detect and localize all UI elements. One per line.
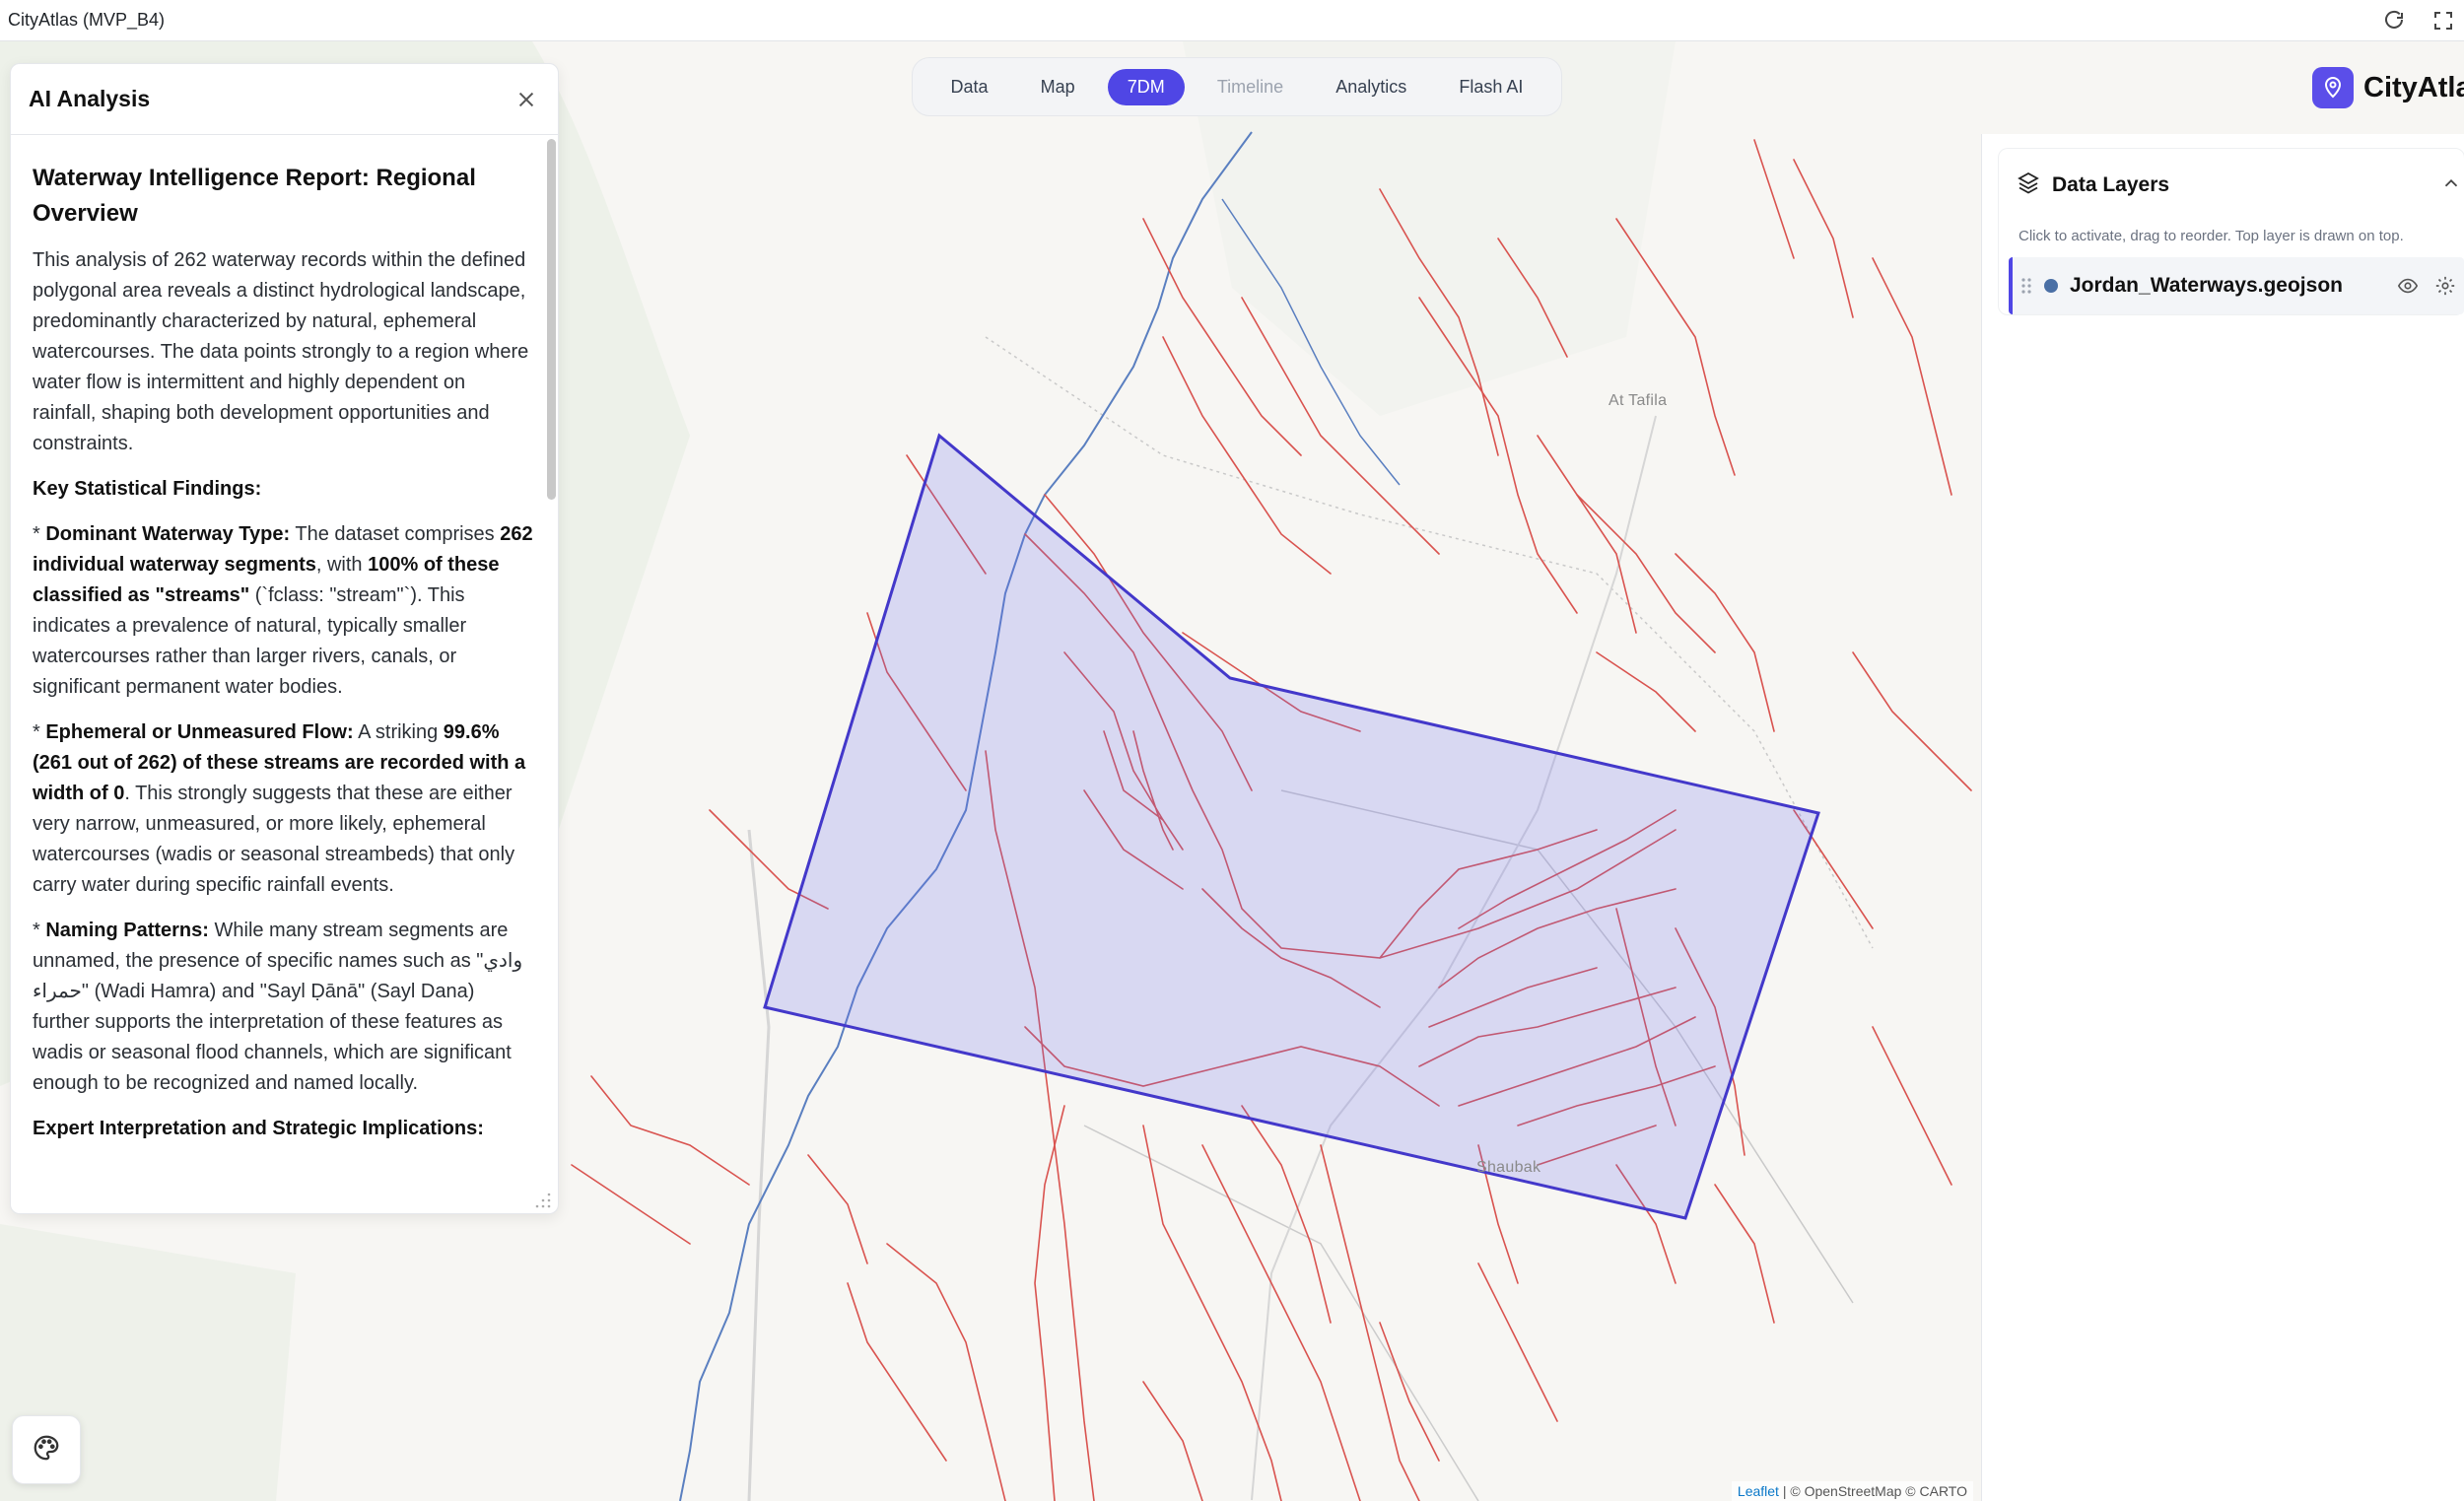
- ai-panel-title: AI Analysis: [29, 86, 151, 111]
- tab-flash-ai[interactable]: Flash AI: [1439, 69, 1542, 105]
- eye-icon[interactable]: [2389, 275, 2427, 297]
- fullscreen-icon[interactable]: [2427, 4, 2460, 37]
- data-layers-title: Data Layers: [2052, 172, 2170, 196]
- layer-item[interactable]: Jordan_Waterways.geojson: [2009, 257, 2464, 314]
- main-nav: Data Map 7DM Timeline Analytics Flash AI: [912, 57, 1562, 116]
- report-title: Waterway Intelligence Report: Regional O…: [33, 165, 476, 227]
- finding-naming-patterns: * Naming Patterns: While many stream seg…: [33, 920, 523, 1094]
- map-pin-icon: [2312, 67, 2354, 108]
- tab-7dm[interactable]: 7DM: [1107, 68, 1185, 105]
- attribution-text: | © OpenStreetMap © CARTO: [1778, 1483, 1967, 1499]
- palette-icon: [32, 1433, 61, 1467]
- palette-button[interactable]: [12, 1415, 81, 1484]
- right-sidebar: Data Layers Click to activate, drag to r…: [1981, 134, 2464, 1501]
- layer-name: Jordan_Waterways.geojson: [2070, 274, 2343, 297]
- ai-report-body[interactable]: Waterway Intelligence Report: Regional O…: [11, 135, 546, 1213]
- tab-timeline[interactable]: Timeline: [1198, 69, 1303, 105]
- ai-analysis-panel: AI Analysis Waterway Intelligence Report…: [10, 63, 559, 1214]
- window-title: CityAtlas (MVP_B4): [8, 10, 166, 30]
- finding-ephemeral-flow: * Ephemeral or Unmeasured Flow: A striki…: [33, 721, 526, 896]
- window-titlebar: CityAtlas (MVP_B4): [0, 0, 2464, 41]
- layers-icon: [2017, 171, 2040, 199]
- ai-panel-header: AI Analysis: [11, 64, 558, 135]
- drag-handle-icon[interactable]: [2013, 276, 2040, 296]
- map-attribution: Leaflet | © OpenStreetMap © CARTO: [1731, 1481, 1973, 1501]
- report-intro: This analysis of 262 waterway records wi…: [33, 249, 529, 454]
- leaflet-link[interactable]: Leaflet: [1738, 1483, 1779, 1499]
- brand-name: CityAtlas: [2363, 71, 2464, 103]
- layer-color-dot: [2044, 279, 2058, 293]
- expert-heading: Expert Interpretation and Strategic Impl…: [33, 1118, 484, 1139]
- data-layers-header[interactable]: Data Layers: [2017, 171, 2169, 199]
- close-icon[interactable]: [513, 86, 540, 113]
- finding-dominant-type: * Dominant Waterway Type: The dataset co…: [33, 523, 533, 698]
- map-label-at-tafila: At Tafila: [1608, 392, 1668, 409]
- tab-analytics[interactable]: Analytics: [1316, 69, 1426, 105]
- resize-handle-icon[interactable]: [534, 1192, 552, 1209]
- data-layers-hint: Click to activate, drag to reorder. Top …: [2019, 228, 2404, 244]
- tab-data[interactable]: Data: [931, 69, 1008, 105]
- map-label-shaubak: Shaubak: [1476, 1159, 1541, 1176]
- tab-map[interactable]: Map: [1021, 69, 1095, 105]
- findings-heading: Key Statistical Findings:: [33, 478, 262, 500]
- brand: CityAtlas: [2312, 67, 2464, 108]
- gear-icon[interactable]: [2427, 275, 2464, 297]
- ai-panel-scrollbar[interactable]: [547, 139, 556, 500]
- data-layers-card: Data Layers Click to activate, drag to r…: [1998, 148, 2464, 315]
- chevron-up-icon[interactable]: [2440, 172, 2462, 199]
- reload-icon[interactable]: [2377, 4, 2411, 37]
